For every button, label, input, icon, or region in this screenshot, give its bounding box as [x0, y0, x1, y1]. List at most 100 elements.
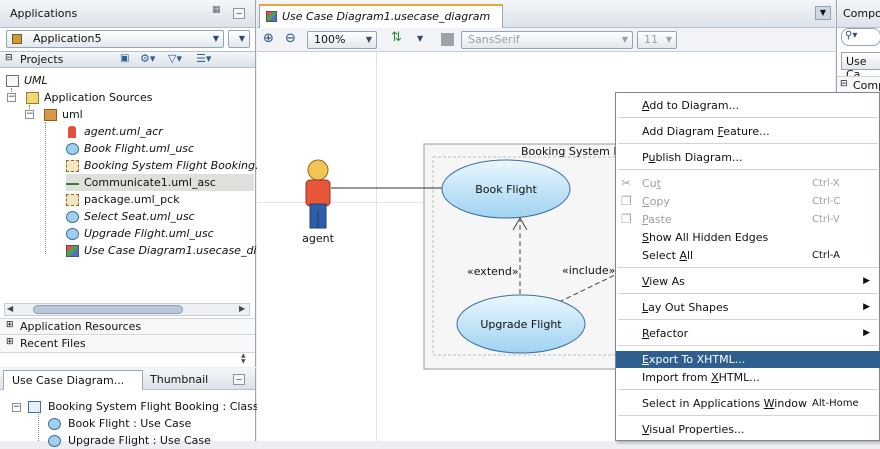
tab-use-case-diagram[interactable]: Use Case Diagram... — [3, 370, 143, 390]
menu-shortcut: Ctrl-V — [812, 214, 840, 225]
menu-item[interactable]: Import from XHTML... — [616, 369, 880, 386]
menu-item-label: Paste — [642, 213, 672, 226]
menu-item: ✂ Cut Ctrl-X — [616, 175, 880, 192]
menu-item[interactable]: View As ▶ — [616, 273, 880, 290]
tab-list-icon[interactable]: ▼ — [815, 6, 831, 20]
zoom-out-icon[interactable]: ⊖ — [285, 31, 296, 46]
use-case-icon — [48, 418, 61, 430]
tree-item-label: Application Sources — [44, 91, 153, 104]
horizontal-scrollbar[interactable]: ◀ ▶ — [4, 303, 250, 316]
minimize-icon[interactable]: − — [233, 374, 245, 385]
chevron-down-icon: ▼ — [238, 34, 245, 43]
scroll-right-icon[interactable]: ▶ — [239, 304, 245, 313]
extend-label: «extend» — [467, 265, 519, 278]
expand-icon: ⊞ — [6, 320, 14, 330]
application-resources-section[interactable]: ⊞ Application Resources — [0, 318, 255, 335]
menu-item[interactable]: Lay Out Shapes ▶ — [616, 299, 880, 316]
chevron-down-icon: ▼ — [665, 35, 672, 44]
menu-shortcut: Ctrl-X — [812, 178, 840, 189]
actor-agent[interactable] — [305, 159, 331, 229]
menu-separator — [618, 345, 878, 346]
chevron-down-icon: ▼ — [621, 35, 628, 44]
menu-item[interactable]: Refactor ▶ — [616, 325, 880, 342]
use-case-icon — [66, 211, 79, 223]
filter-icon[interactable]: ▽▾ — [168, 52, 182, 65]
applications-panel: Applications ▦ − Application5 ▼ ▼ ⊟ Proj… — [0, 0, 265, 367]
find-icon[interactable]: ▣ — [120, 53, 129, 64]
collapse-toggle[interactable]: − — [12, 403, 21, 412]
menu-item[interactable]: Select in Applications Window Alt-Home — [616, 395, 880, 412]
menu-item[interactable]: Add Diagram Feature... — [616, 123, 880, 140]
panel-menu-icon[interactable]: ▦ — [212, 5, 221, 15]
zoom-value: 100% — [314, 33, 346, 46]
recent-files-section[interactable]: ⊞ Recent Files — [0, 336, 255, 353]
applications-header: Applications ▦ − — [0, 0, 255, 28]
component-search-input[interactable]: ⚲▾ — [841, 28, 880, 46]
font-size-select[interactable]: 11 ▼ — [637, 31, 677, 49]
application-selector-value: Application5 — [33, 32, 102, 45]
chevron-down-icon: ▼ — [365, 35, 372, 44]
expand-icon[interactable]: ⊟ — [5, 53, 13, 63]
component-palette-select[interactable]: Use Ca — [841, 52, 880, 81]
tree-item-label: Use Case Diagram1.usecase_dia — [84, 244, 264, 257]
tree-item-label: Communicate1.uml_asc — [84, 176, 216, 189]
font-family-select[interactable]: SansSerif ▼ — [461, 31, 633, 49]
folder-icon — [6, 75, 19, 87]
menu-item-label: Select All — [642, 249, 694, 262]
chevron-down-icon: ▼ — [212, 34, 219, 43]
menu-separator — [618, 117, 878, 118]
tree-item-label: Booking System Flight Booking.u — [84, 159, 266, 172]
menu-item[interactable]: Add to Diagram... — [616, 97, 880, 114]
layout-icon[interactable]: ⇅ — [391, 30, 402, 45]
paste-icon: ❐ — [621, 212, 632, 226]
menu-item-label: Add Diagram Feature... — [642, 125, 770, 138]
actor-head — [307, 159, 329, 181]
tab-label: Use Case Diagram... — [12, 374, 125, 387]
tree-item-label: Select Seat.uml_usc — [84, 210, 195, 223]
menu-item[interactable]: Visual Properties... — [616, 421, 880, 438]
menu-item[interactable]: Export To XHTML... — [616, 351, 880, 368]
menu-separator — [618, 389, 878, 390]
tab-thumbnail[interactable]: Thumbnail — [146, 370, 226, 390]
tree-item-communicate[interactable]: Communicate1.uml_asc — [66, 174, 254, 191]
tree-options-icon[interactable]: ☰▾ — [196, 52, 211, 65]
zoom-select[interactable]: 100% ▼ — [307, 31, 377, 49]
project-settings-icon[interactable]: ⚙▾ — [140, 52, 155, 65]
scrollbar-thumb[interactable] — [33, 305, 183, 314]
splitter-arrows-icon[interactable]: ▲ ▼ — [241, 353, 246, 365]
menu-item[interactable]: Show All Hidden Edges — [616, 229, 880, 246]
scroll-left-icon[interactable]: ◀ — [7, 304, 13, 313]
package-icon — [44, 109, 57, 121]
menu-separator — [618, 415, 878, 416]
application-menu-button[interactable]: ▼ — [228, 30, 250, 48]
tab-use-case-diagram1[interactable]: Use Case Diagram1.usecase_diagram — [259, 4, 503, 28]
menu-item-label: Add to Diagram... — [642, 99, 740, 112]
collapse-toggle[interactable]: − — [25, 110, 34, 119]
actor-label: agent — [302, 232, 334, 245]
menu-separator — [618, 169, 878, 170]
application-icon — [12, 34, 22, 44]
use-case-icon — [48, 435, 61, 447]
zoom-in-icon[interactable]: ⊕ — [263, 31, 274, 46]
projects-header: ⊟ Projects ▣ ⚙▾ ▽▾ ☰▾ — [0, 51, 255, 68]
menu-item-label: Visual Properties... — [642, 423, 745, 436]
application-selector[interactable]: Application5 ▼ — [6, 30, 224, 48]
tree-item-label: agent.uml_acr — [84, 125, 163, 138]
components-header: Compo — [837, 0, 880, 28]
tree-item-label: Book Flight : Use Case — [68, 417, 192, 430]
collapse-icon: ⊟ — [840, 79, 848, 89]
menu-item-label: Cut — [642, 177, 661, 190]
use-case-label: Upgrade Flight — [480, 318, 562, 331]
collapse-toggle[interactable]: − — [7, 93, 16, 102]
menu-shortcut: Ctrl-A — [812, 250, 841, 261]
menu-shortcut: Alt-Home — [812, 398, 859, 409]
include-label: «include» — [562, 264, 615, 277]
menu-item-label: Select in Applications Window — [642, 397, 808, 410]
menu-item[interactable]: Publish Diagram... — [616, 149, 880, 166]
chevron-down-icon[interactable]: ▼ — [417, 34, 423, 43]
editor-toolbar: ⊕ ⊖ 100% ▼ ⇅ ▼ SansSerif ▼ 11 ▼ — [257, 28, 835, 52]
tree-item-label: uml — [62, 108, 83, 121]
menu-item[interactable]: Select All Ctrl-A — [616, 247, 880, 264]
fill-color-icon[interactable] — [441, 33, 454, 46]
minimize-icon[interactable]: − — [233, 8, 245, 19]
